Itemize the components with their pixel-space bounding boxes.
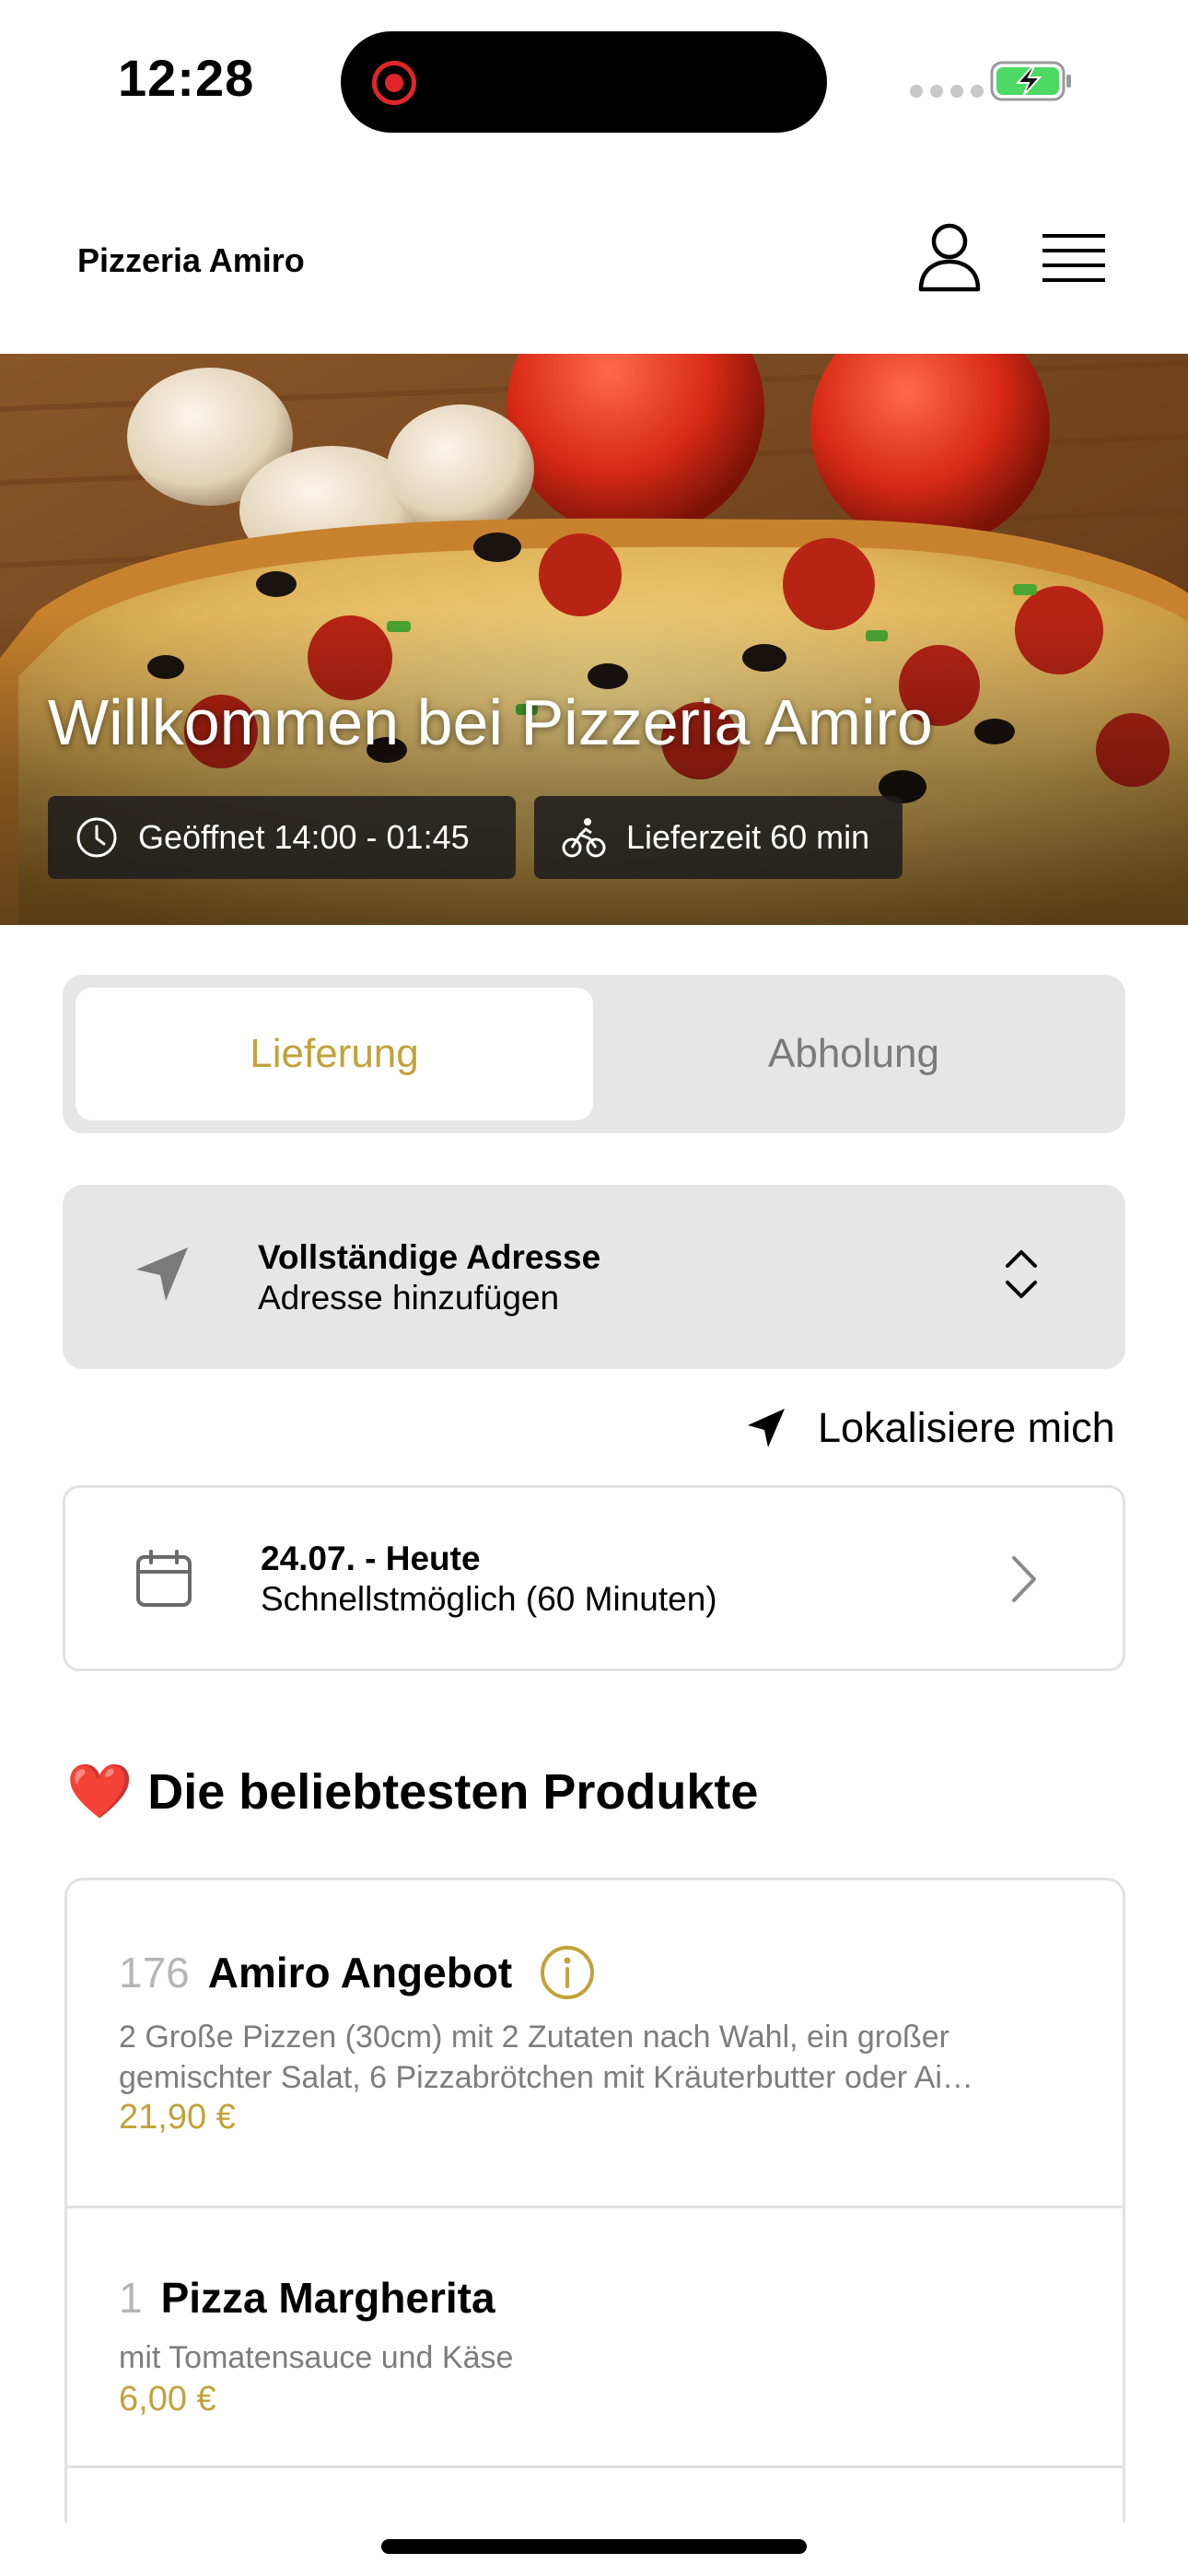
dynamic-island [341, 31, 827, 133]
signal-icon [910, 85, 984, 98]
popular-products-title: Die beliebtesten Produkte [147, 1764, 759, 1820]
tab-delivery[interactable]: Lieferung [76, 988, 593, 1120]
screen-record-icon [372, 61, 416, 105]
product-list: 176 Amiro Angebot 2 Große Pizzen (30cm) … [64, 1878, 1125, 2523]
clock-icon [76, 817, 117, 858]
info-icon[interactable] [540, 1945, 595, 2000]
product-name: Amiro Angebot [207, 1949, 513, 1996]
user-icon[interactable] [917, 223, 982, 293]
app-header: Pizzeria Amiro [0, 166, 1188, 354]
order-mode-toggle: Lieferung Abholung [63, 975, 1125, 1133]
bicycle-icon [562, 818, 606, 858]
location-arrow-icon [136, 1247, 188, 1301]
product-description: mit Tomatensauce und Käse [119, 2340, 514, 2375]
brand-name: Pizzeria Amiro [77, 241, 305, 279]
product-item[interactable]: 176 Amiro Angebot 2 Große Pizzen (30cm) … [67, 1880, 1123, 2208]
hero-banner: Willkommen bei Pizzeria Amiro Geöffnet 1… [0, 354, 1188, 925]
delivery-time-text: Lieferzeit 60 min [626, 818, 870, 856]
heart-icon: ❤️ [66, 1762, 134, 1821]
hero-title: Willkommen bei Pizzeria Amiro [48, 686, 933, 758]
navigation-arrow-icon [748, 1409, 785, 1447]
opening-hours-badge: Geöffnet 14:00 - 01:45 [48, 796, 516, 879]
popular-products-heading: ❤️ Die beliebtesten Produkte [66, 1763, 758, 1821]
updown-chevron-icon [1006, 1250, 1037, 1298]
locate-me-label: Lokalisiere mich [818, 1404, 1115, 1451]
home-indicator[interactable] [381, 2539, 807, 2554]
address-title: Vollständige Adresse [258, 1238, 601, 1276]
product-price: 21,90 € [119, 2098, 236, 2137]
delivery-time-badge: Lieferzeit 60 min [534, 796, 903, 879]
chevron-right-icon [1012, 1556, 1036, 1602]
delivery-date: 24.07. - Heute [261, 1540, 481, 1577]
status-bar: 12:28 [0, 0, 1188, 166]
product-number: 176 [119, 1949, 190, 1996]
opening-hours-text: Geöffnet 14:00 - 01:45 [138, 818, 470, 856]
product-number: 1 [119, 2274, 143, 2322]
address-placeholder: Adresse hinzufügen [258, 1279, 560, 1317]
menu-icon[interactable] [1041, 230, 1107, 287]
product-description: 2 Große Pizzen (30cm) mit 2 Zutaten nach… [119, 2020, 973, 2095]
product-item[interactable]: 1 Pizza Margherita mit Tomatensauce und … [67, 2208, 1123, 2468]
delivery-time-selector[interactable]: 24.07. - Heute Schnellstmöglich (60 Minu… [63, 1485, 1125, 1671]
tab-pickup[interactable]: Abholung [595, 988, 1112, 1120]
delivery-slot: Schnellstmöglich (60 Minuten) [261, 1580, 717, 1618]
battery-charging-icon [990, 61, 1071, 101]
calendar-icon [136, 1550, 192, 1607]
product-name: Pizza Margherita [160, 2274, 495, 2322]
status-time: 12:28 [118, 49, 255, 107]
address-selector[interactable]: Vollständige Adresse Adresse hinzufügen [63, 1185, 1125, 1369]
locate-me-button[interactable]: Lokalisiere mich [746, 1395, 1115, 1461]
product-price: 6,00 € [119, 2380, 216, 2418]
